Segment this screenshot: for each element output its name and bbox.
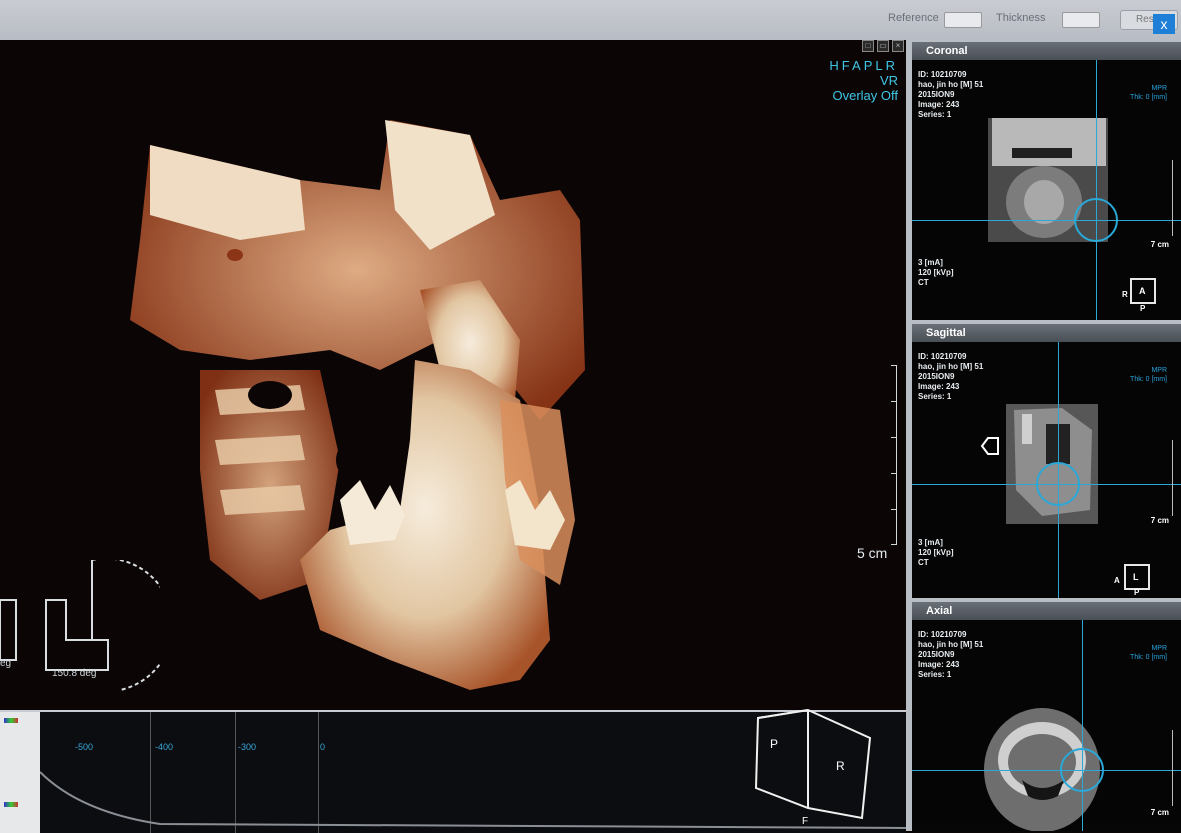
coronal-title: Coronal — [912, 42, 1181, 60]
sagittal-panel[interactable]: Sagittal ID: 10210709 hao, jin ho [M] 51… — [912, 324, 1181, 598]
angle-readout: 150.8 deg — [52, 668, 97, 679]
sagittal-mpr-info: MPR Thk: 0 [mm] — [1130, 367, 1167, 383]
sagittal-acq-info: 3 [mA] 120 [kVp] CT — [918, 538, 954, 567]
scale-bar — [890, 365, 897, 545]
thickness-label: Thickness — [996, 12, 1046, 24]
coronal-viewport[interactable]: ID: 10210709 hao, jin ho [M] 51 2015ION9… — [912, 60, 1181, 320]
axial-viewport[interactable]: ID: 10210709 hao, jin ho [M] 51 2015ION9… — [912, 620, 1181, 831]
mpr-panels: Coronal ID: 10210709 hao, jin ho [M] 51 … — [906, 40, 1181, 831]
sagittal-title: Sagittal — [912, 324, 1181, 342]
coronal-acq-info: 3 [mA] 120 [kVp] CT — [918, 258, 954, 287]
axial-title: Axial — [912, 602, 1181, 620]
close-icon: x — [1160, 16, 1168, 32]
angle-readout-left: eg — [0, 658, 12, 669]
volume-render-viewport[interactable]: □ ▭ × HFAPLR VR Overlay Off eg 150.8 deg… — [0, 40, 906, 710]
color-legend-strip — [0, 712, 40, 833]
sagittal-orientation-box: L — [1124, 564, 1150, 590]
sagittal-meta: ID: 10210709 hao, jin ho [M] 51 2015ION9… — [918, 352, 984, 401]
thickness-select[interactable] — [1062, 12, 1100, 28]
coronal-panel[interactable]: Coronal ID: 10210709 hao, jin ho [M] 51 … — [912, 42, 1181, 320]
axial-ruler — [1168, 730, 1173, 806]
reference-label: Reference — [888, 12, 939, 24]
coronal-cm-label: 7 cm — [1150, 240, 1169, 249]
sagittal-crosshair[interactable] — [1036, 462, 1080, 506]
sagittal-handle-icon[interactable] — [978, 434, 1002, 458]
coronal-crosshair[interactable] — [1074, 198, 1118, 242]
coronal-ruler — [1168, 160, 1173, 236]
coronal-meta: ID: 10210709 hao, jin ho [M] 51 2015ION9… — [918, 70, 984, 119]
rotation-gadget[interactable] — [0, 560, 160, 700]
axial-meta: ID: 10210709 hao, jin ho [M] 51 2015ION9… — [918, 630, 984, 679]
orientation-cube[interactable]: P R F — [752, 708, 882, 828]
close-button[interactable]: x — [1153, 14, 1175, 34]
axial-cm-label: 7 cm — [1150, 808, 1169, 817]
reference-select[interactable] — [944, 12, 982, 28]
coronal-mpr-info: MPR Thk: 0 [mm] — [1130, 85, 1167, 101]
coronal-orientation-box: A — [1130, 278, 1156, 304]
sagittal-viewport[interactable]: ID: 10210709 hao, jin ho [M] 51 2015ION9… — [912, 342, 1181, 598]
top-toolbar: Reference Thickness Reset x — [0, 0, 1181, 41]
axial-crosshair[interactable] — [1060, 748, 1104, 792]
sagittal-ruler — [1168, 440, 1173, 516]
scale-label: 5 cm — [857, 545, 888, 561]
sagittal-cm-label: 7 cm — [1150, 516, 1169, 525]
cube-face-bottom: F — [802, 816, 808, 827]
cube-face-right: R — [836, 759, 845, 773]
cube-face-left: P — [770, 737, 778, 751]
axial-mpr-info: MPR Thk: 0 [mm] — [1130, 645, 1167, 661]
axial-panel[interactable]: Axial ID: 10210709 hao, jin ho [M] 51 20… — [912, 602, 1181, 831]
